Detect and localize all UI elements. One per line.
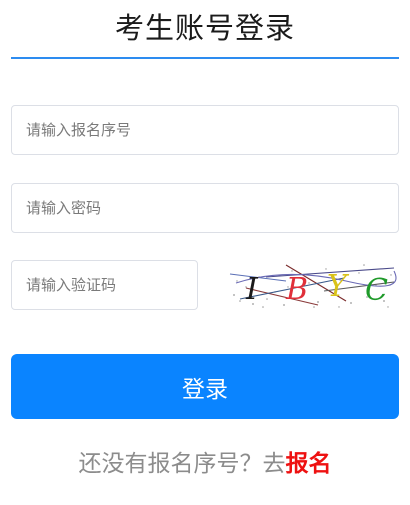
login-button[interactable]: 登录 <box>11 354 399 419</box>
captcha-char: B <box>285 272 308 307</box>
captcha-graphic: I B Y C <box>229 264 397 308</box>
captcha-image[interactable]: I B Y C <box>226 257 398 312</box>
page-title: 考生账号登录 <box>114 11 295 45</box>
register-prompt: 还没有报名序号？去报名 <box>0 447 410 481</box>
login-page: 考生账号登录 请输入报名序号 请输入验证码 I B Y C 登录 还没有报名序号… <box>0 0 410 505</box>
register-prompt-text: 还没有报名序号？去 <box>78 451 286 477</box>
captcha-chars: I B Y C <box>245 269 388 308</box>
title-underline <box>11 57 399 59</box>
captcha-input[interactable] <box>11 260 198 310</box>
register-link[interactable]: 报名 <box>286 451 332 477</box>
captcha-char: C <box>365 273 388 308</box>
captcha-char: Y <box>327 269 350 304</box>
captcha-char: I <box>245 272 259 307</box>
password-input[interactable] <box>11 183 399 233</box>
registration-number-input[interactable] <box>11 105 399 155</box>
